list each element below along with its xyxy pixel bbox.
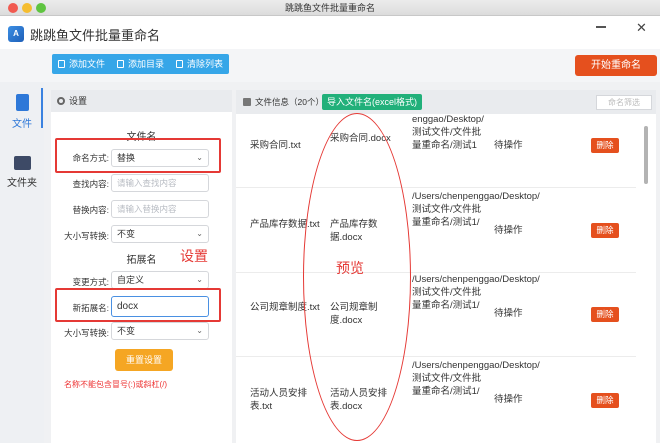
ext-case-select[interactable]: 不变 ⌄	[111, 322, 209, 340]
find-input[interactable]: 请输入查找内容	[111, 174, 209, 192]
add-dir-button[interactable]: 添加目录	[111, 54, 170, 74]
minimize-icon[interactable]	[596, 26, 606, 28]
replace-label: 替换内容:	[72, 205, 109, 215]
document-icon	[15, 94, 29, 111]
file-actions-group: 添加文件 添加目录 清除列表	[52, 54, 230, 74]
window-titlebar: 跳跳鱼文件批量重命名	[0, 0, 660, 16]
window-title: 跳跳鱼文件批量重命名	[284, 3, 375, 13]
delete-row-button[interactable]: 删除	[591, 393, 619, 408]
table-row: 活动人员安排表.txt 活动人员安排表.docx /Users/chenpeng…	[236, 357, 636, 443]
delete-row-button[interactable]: 删除	[591, 223, 619, 238]
find-label: 查找内容:	[72, 179, 109, 189]
annotation-preview-label: 预览	[336, 260, 364, 276]
status-cell: 待操作	[494, 140, 523, 151]
add-file-label: 添加文件	[69, 59, 106, 69]
trash-icon	[176, 60, 184, 68]
status-cell: 待操作	[494, 394, 523, 405]
import-excel-button[interactable]: 导入文件名(excel格式)	[322, 94, 423, 110]
sidebar-item-label: 文件夹	[7, 178, 37, 189]
maximize-window-icon[interactable]	[36, 3, 46, 13]
name-warning-text: 名称不能包含冒号(:)或斜杠(/)	[64, 380, 168, 389]
chevron-down-icon: ⌄	[196, 275, 203, 284]
folder-add-icon	[117, 60, 125, 68]
table-row: 产品库存数据.txt 产品库存数据.docx /Users/chenpengga…	[236, 188, 636, 273]
start-rename-button[interactable]: 开始重命名	[575, 55, 657, 76]
delete-row-button[interactable]: 删除	[591, 138, 619, 153]
status-cell: 待操作	[494, 225, 523, 236]
file-icon	[58, 60, 65, 68]
annotation-box-new-extension	[55, 288, 221, 322]
minimize-window-icon[interactable]	[22, 3, 32, 13]
settings-header: 设置	[51, 90, 232, 112]
path-cell: enggao/Desktop/测试文件/文件批量重命名/测试1	[412, 114, 484, 151]
toolbar: 添加文件 添加目录 清除列表	[0, 49, 660, 82]
vertical-scrollbar[interactable]	[644, 126, 648, 184]
ext-case-label: 大小写转换:	[64, 328, 109, 338]
original-name-cell: 采购合同.txt	[250, 140, 301, 151]
case-value: 不变	[117, 229, 136, 239]
sidebar-item-label: 文件	[12, 119, 32, 130]
change-mode-value: 自定义	[117, 275, 145, 285]
delete-row-button[interactable]: 删除	[591, 307, 619, 322]
clear-list-label: 清除列表	[187, 59, 224, 69]
close-window-icon[interactable]	[8, 3, 18, 13]
file-list-title: 文件信息（20个）	[255, 97, 324, 107]
table-row: 公司规章制度.txt 公司规章制度.docx /Users/chenpengga…	[236, 273, 636, 357]
clear-list-button[interactable]: 清除列表	[170, 54, 229, 74]
replace-input[interactable]: 请输入替换内容	[111, 200, 209, 218]
app-logo-icon: A	[8, 26, 24, 42]
file-info-icon	[243, 98, 251, 106]
path-cell: /Users/chenpenggao/Desktop/测试文件/文件批量重命名/…	[412, 360, 540, 397]
annotation-box-naming-mode	[55, 138, 221, 173]
file-list-panel: 文件信息（20个） 导入文件名(excel格式) 命名筛选 采购合同.txt 采…	[236, 90, 656, 443]
chevron-down-icon: ⌄	[196, 229, 203, 238]
sidebar-item-folder[interactable]: 文件夹	[0, 156, 44, 189]
file-list-header: 文件信息（20个） 导入文件名(excel格式) 命名筛选	[236, 90, 656, 114]
name-filter-input[interactable]: 命名筛选	[596, 95, 652, 110]
add-file-button[interactable]: 添加文件	[52, 54, 111, 74]
add-dir-label: 添加目录	[128, 59, 165, 69]
change-mode-label: 变更方式:	[72, 277, 109, 287]
status-cell: 待操作	[494, 308, 523, 319]
annotation-settings-label: 设置	[180, 248, 208, 264]
path-cell: /Users/chenpenggao/Desktop/测试文件/文件批量重命名/…	[412, 191, 540, 228]
app-header: A 跳跳鱼文件批量重命名 ✕	[0, 16, 660, 49]
sidebar-item-file[interactable]: 文件	[0, 94, 44, 130]
case-label: 大小写转换:	[64, 231, 109, 241]
gear-icon	[57, 97, 65, 105]
sidebar: 文件 文件夹	[0, 82, 44, 443]
settings-header-label: 设置	[69, 96, 88, 106]
folder-icon	[13, 156, 31, 170]
case-select[interactable]: 不变 ⌄	[111, 225, 209, 243]
ext-case-value: 不变	[117, 326, 136, 336]
close-icon[interactable]: ✕	[636, 20, 647, 36]
reset-settings-button[interactable]: 重置设置	[115, 349, 173, 371]
app-title: 跳跳鱼文件批量重命名	[30, 28, 161, 43]
original-name-cell: 活动人员安排表.txt	[250, 388, 308, 412]
path-cell: /Users/chenpenggao/Desktop/测试文件/文件批量重命名/…	[412, 274, 540, 311]
change-mode-select[interactable]: 自定义 ⌄	[111, 271, 209, 289]
chevron-down-icon: ⌄	[196, 326, 203, 335]
table-row: 采购合同.txt 采购合同.docx enggao/Desktop/测试文件/文…	[236, 114, 636, 188]
